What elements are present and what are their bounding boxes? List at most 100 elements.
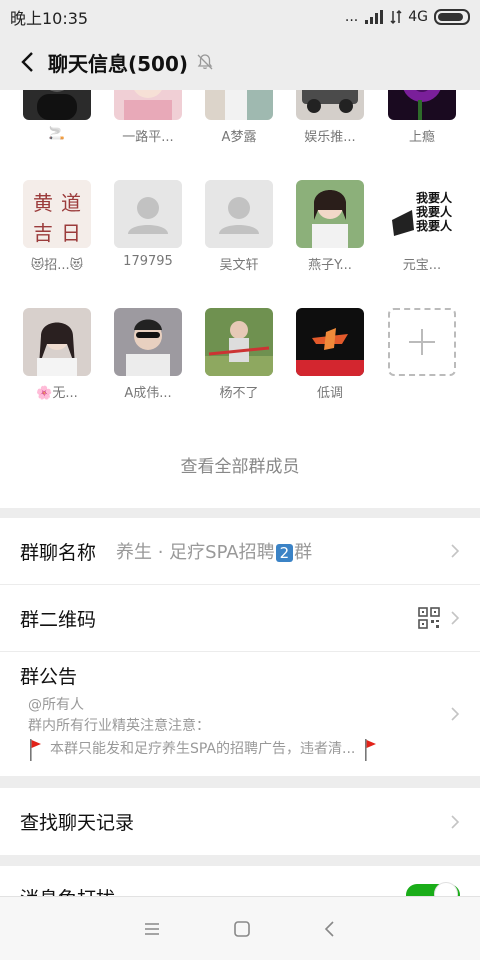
member-name: 上瘾 — [408, 130, 435, 145]
signal-icon — [365, 10, 384, 24]
chevron-right-icon — [451, 611, 460, 625]
chevron-right-icon — [451, 544, 460, 558]
notice-flag-line: 本群只能发和足疗养生SPA的招聘广告，违者清... — [28, 737, 460, 761]
svg-text:我要人: 我要人 — [416, 190, 453, 205]
default-avatar-icon — [205, 180, 273, 248]
member-avatar — [205, 308, 273, 376]
svg-text:黄: 黄 — [33, 191, 53, 215]
qr-code-icon — [418, 607, 440, 629]
member-cell[interactable]: A成伟... — [102, 308, 194, 401]
member-name: 🌸无... — [36, 386, 78, 401]
red-flag-icon — [365, 739, 377, 761]
plus-icon — [409, 329, 435, 355]
member-grid-section: 🚬 一路平... A梦露 娱乐推... 上瘾 黄 道 吉 日 😻招...😻 17… — [0, 90, 480, 508]
search-section: 查找聊天记录 — [0, 788, 480, 855]
member-avatar — [388, 90, 456, 120]
menu-icon[interactable] — [143, 921, 161, 937]
member-avatar — [23, 308, 91, 376]
status-icons: ... 4G — [345, 9, 470, 25]
member-cell[interactable]: 吴文轩 — [193, 180, 285, 273]
navigation-bar: 聊天信息(500) — [0, 34, 480, 90]
system-navigation-bar — [0, 896, 480, 960]
member-cell[interactable]: 我要人 我要人 我要人 元宝... — [376, 180, 468, 273]
member-avatar — [23, 90, 91, 120]
mute-row[interactable]: 消息免打扰 — [0, 866, 480, 896]
group-name-label: 群聊名称 — [20, 541, 97, 564]
group-notice-row[interactable]: 群公告 @所有人 群内所有行业精英注意注意： 本群只能发和足疗养生SPA的招聘广… — [0, 652, 480, 776]
group-notice-label: 群公告 — [20, 666, 78, 688]
member-cell[interactable]: 🚬 — [11, 90, 103, 141]
home-icon[interactable] — [233, 920, 251, 938]
member-cell[interactable]: 杨不了 — [193, 308, 285, 401]
view-all-members-link[interactable]: 查看全部群成员 — [0, 452, 480, 477]
member-name: 吴文轩 — [219, 258, 259, 273]
member-avatar — [296, 180, 364, 248]
member-cell[interactable]: 娱乐推... — [284, 90, 376, 145]
group-name-row[interactable]: 群聊名称 养生 · 足疗SPA招聘 2 群 — [0, 518, 480, 585]
chevron-right-icon — [451, 814, 460, 829]
member-name: 低调 — [316, 386, 343, 401]
group-qr-label: 群二维码 — [20, 608, 97, 631]
member-name: A成伟... — [124, 386, 172, 401]
battery-icon — [434, 9, 470, 25]
member-name: 元宝... — [402, 258, 442, 273]
member-name: 179795 — [123, 254, 173, 269]
back-button[interactable] — [12, 42, 42, 82]
svg-text:道: 道 — [61, 191, 81, 215]
toggle-knob — [434, 882, 458, 896]
member-cell[interactable]: 🌸无... — [11, 308, 103, 401]
status-bar: 晚上10:35 ... 4G — [0, 0, 480, 34]
member-avatar — [296, 308, 364, 376]
member-cell[interactable]: 低调 — [284, 308, 376, 401]
member-name: 😻招...😻 — [30, 258, 84, 273]
data-arrows-icon — [390, 9, 402, 25]
member-avatar — [114, 308, 182, 376]
member-cell[interactable]: 黄 道 吉 日 😻招...😻 — [11, 180, 103, 273]
network-type: 4G — [408, 9, 428, 25]
add-member-cell[interactable] — [376, 308, 468, 376]
member-avatar — [205, 90, 273, 120]
member-name: 一路平... — [122, 130, 174, 145]
search-history-label: 查找聊天记录 — [20, 812, 135, 834]
group-qr-row[interactable]: 群二维码 — [0, 585, 480, 652]
default-avatar-icon — [114, 180, 182, 248]
member-name: 娱乐推... — [304, 130, 356, 145]
member-cell[interactable]: 一路平... — [102, 90, 194, 145]
mute-section: 消息免打扰 — [0, 866, 480, 896]
add-member-button[interactable] — [388, 308, 456, 376]
notice-line: 群内所有行业精英注意注意： — [28, 718, 210, 734]
search-history-row[interactable]: 查找聊天记录 — [0, 788, 480, 855]
member-cell[interactable]: A梦露 — [193, 90, 285, 145]
status-dots: ... — [344, 9, 359, 25]
member-avatar — [114, 90, 182, 120]
group-name-value-text: 养生 · 足疗SPA招聘 — [116, 542, 275, 563]
group-settings-section: 群聊名称 养生 · 足疗SPA招聘 2 群 群二维码 群公告 @所有人 群内所有行业… — [0, 518, 480, 776]
group-notice-content: @所有人 群内所有行业精英注意注意： 本群只能发和足疗养生SPA的招聘广告，违者… — [20, 695, 460, 761]
member-cell[interactable]: 上瘾 — [376, 90, 468, 145]
mute-toggle[interactable] — [406, 882, 460, 896]
member-name: 杨不了 — [219, 386, 259, 401]
red-flag-icon — [30, 739, 41, 761]
notice-line: 本群只能发和足疗养生SPA的招聘广告，违者清... — [50, 740, 356, 757]
member-name: A梦露 — [221, 130, 257, 145]
member-avatar — [296, 90, 364, 120]
svg-text:我要人: 我要人 — [416, 204, 453, 219]
number-badge: 2 — [275, 544, 294, 562]
member-name: 🚬 — [48, 126, 66, 141]
member-name: 燕子Y... — [308, 258, 352, 273]
member-avatar: 我要人 我要人 我要人 — [388, 180, 456, 248]
chevron-right-icon — [451, 707, 460, 721]
mute-label: 消息免打扰 — [20, 884, 115, 896]
member-cell[interactable]: 179795 — [102, 180, 194, 269]
back-arrow-icon — [21, 52, 33, 72]
svg-text:我要人: 我要人 — [416, 218, 453, 233]
group-name-value: 养生 · 足疗SPA招聘 2 群 — [116, 538, 312, 564]
notice-line: @所有人 — [28, 697, 84, 713]
group-name-value-suffix: 群 — [294, 542, 313, 563]
svg-text:日: 日 — [61, 221, 81, 245]
member-cell[interactable]: 燕子Y... — [284, 180, 376, 273]
status-time: 晚上10:35 — [10, 9, 89, 28]
svg-text:吉: 吉 — [33, 221, 53, 245]
page-title: 聊天信息(500) — [48, 51, 189, 76]
back-icon[interactable] — [323, 920, 337, 938]
